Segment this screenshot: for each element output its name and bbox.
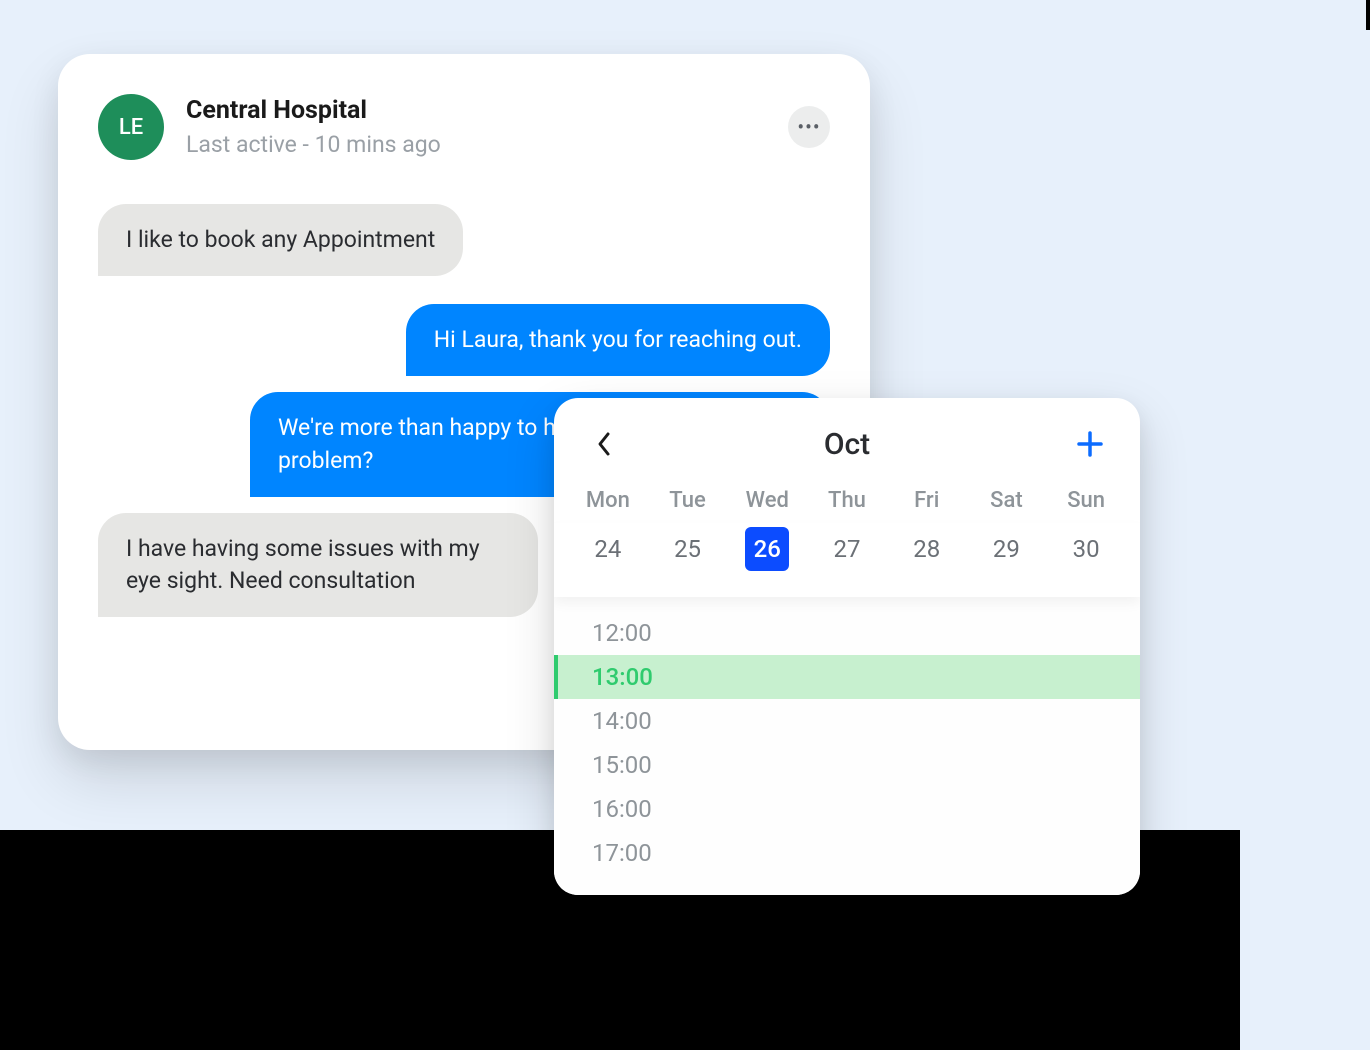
time-list: 12:00 13:00 14:00 15:00 16:00 17:00: [554, 597, 1140, 895]
chevron-left-icon: [596, 431, 612, 457]
time-slot[interactable]: 16:00: [554, 787, 1140, 831]
days-header: Mon Tue Wed Thu Fri Sat Sun: [554, 480, 1140, 523]
date-cell[interactable]: 29: [984, 527, 1028, 571]
date-cell[interactable]: 25: [666, 527, 710, 571]
last-active: Last active - 10 mins ago: [186, 131, 766, 158]
message-row: Hi Laura, thank you for reaching out.: [98, 304, 830, 392]
month-label: Oct: [824, 427, 870, 462]
date-cell[interactable]: 28: [905, 527, 949, 571]
day-name: Mon: [568, 488, 648, 513]
contact-name: Central Hospital: [186, 96, 766, 125]
day-name: Sun: [1046, 488, 1126, 513]
time-slot[interactable]: 12:00: [554, 611, 1140, 655]
date-cell[interactable]: 24: [586, 527, 630, 571]
calendar-card: Oct Mon Tue Wed Thu Fri Sat Sun 24 25 26…: [554, 398, 1140, 895]
chat-header: LE Central Hospital Last active - 10 min…: [98, 94, 830, 160]
date-cell[interactable]: 27: [825, 527, 869, 571]
page-right-backdrop: [1240, 0, 1370, 1050]
time-slot[interactable]: 15:00: [554, 743, 1140, 787]
dates-row: 24 25 26 27 28 29 30: [554, 523, 1140, 597]
message-incoming: I have having some issues with my eye si…: [98, 513, 538, 617]
date-cell-selected[interactable]: 26: [745, 527, 789, 571]
message-row: I like to book any Appointment: [98, 204, 830, 304]
more-icon: •••: [797, 117, 820, 137]
chat-header-text: Central Hospital Last active - 10 mins a…: [186, 96, 766, 158]
day-name: Wed: [727, 488, 807, 513]
day-name: Sat: [967, 488, 1047, 513]
calendar-header: Oct: [554, 398, 1140, 480]
time-slot[interactable]: 17:00: [554, 831, 1140, 875]
add-event-button[interactable]: [1072, 426, 1108, 462]
day-name: Thu: [807, 488, 887, 513]
prev-month-button[interactable]: [586, 426, 622, 462]
message-outgoing: Hi Laura, thank you for reaching out.: [406, 304, 830, 376]
day-name: Fri: [887, 488, 967, 513]
plus-icon: [1076, 430, 1104, 458]
time-slot-selected[interactable]: 13:00: [554, 655, 1140, 699]
date-cell[interactable]: 30: [1064, 527, 1108, 571]
more-button[interactable]: •••: [788, 106, 830, 148]
message-incoming: I like to book any Appointment: [98, 204, 463, 276]
avatar[interactable]: LE: [98, 94, 164, 160]
time-slot[interactable]: 14:00: [554, 699, 1140, 743]
day-name: Tue: [648, 488, 728, 513]
